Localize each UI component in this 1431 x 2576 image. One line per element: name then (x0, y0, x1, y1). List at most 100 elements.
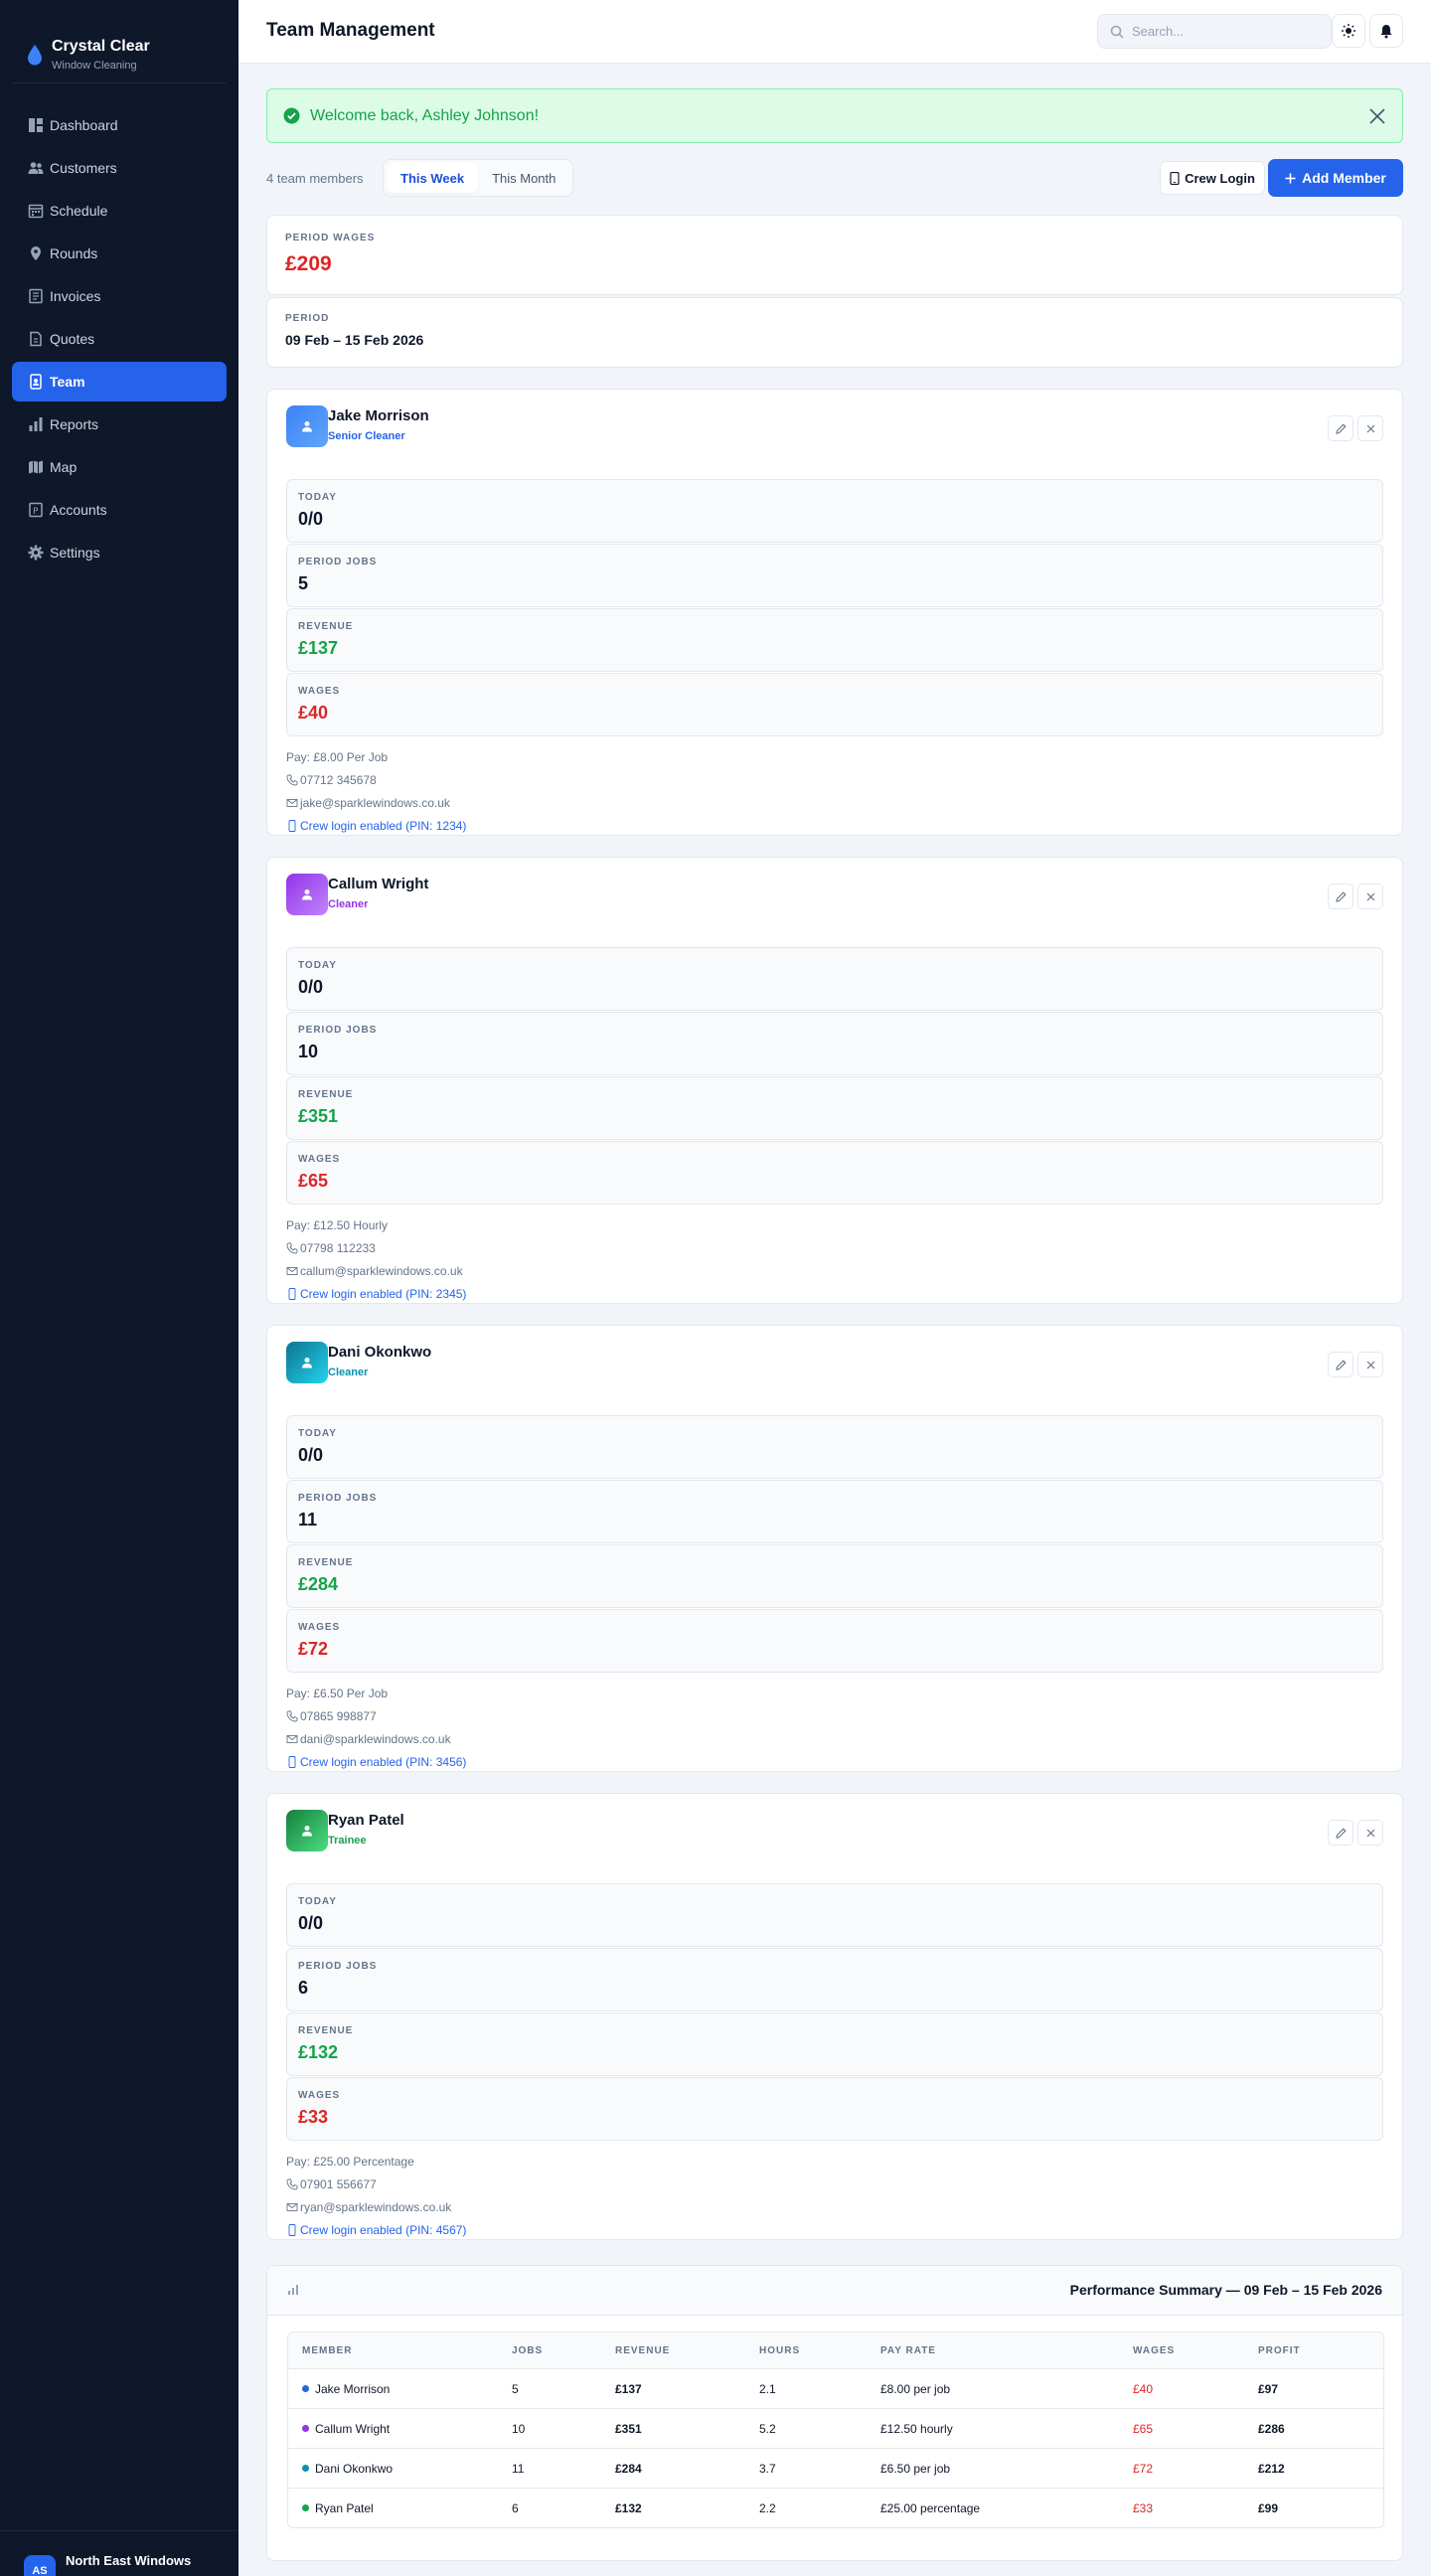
stat-value: £284 (298, 1574, 339, 1594)
sidebar-item-label: Dashboard (50, 117, 118, 133)
stat-label: PERIOD JOBS (298, 1025, 378, 1036)
search-box[interactable] (1097, 14, 1332, 49)
sidebar-item-invoices[interactable]: Invoices (12, 276, 227, 316)
performance-summary-title: Performance Summary — 09 Feb – 15 Feb 20… (1069, 2282, 1382, 2298)
sidebar-item-settings[interactable]: Settings (12, 533, 227, 572)
sidebar-item-reports[interactable]: Reports (12, 404, 227, 444)
avatar (286, 405, 328, 447)
member-info: Pay: £12.50 Hourly 07798 112233 callum@spa… (286, 1213, 1383, 1305)
main-content: Welcome back, Ashley Johnson! 4 team mem… (266, 88, 1403, 2561)
close-icon (1366, 892, 1374, 900)
member-color-dot (302, 2465, 309, 2472)
member-role: Cleaner (328, 898, 369, 910)
cell-wages: £72 (1133, 2461, 1154, 2476)
sidebar-item-team[interactable]: Team (12, 362, 227, 402)
stat-value: 11 (298, 1510, 318, 1530)
member-phone[interactable]: 07865 998877 (300, 1709, 377, 1723)
member-stats: TODAY 0/0 PERIOD JOBS 5 REVENUE £137 WAGES £40 (286, 479, 1383, 736)
member-header: Callum Wright Cleaner (286, 874, 1383, 919)
cell-wages: £40 (1133, 2381, 1154, 2396)
sidebar-item-label: Reports (50, 416, 99, 432)
sidebar-item-dashboard[interactable]: Dashboard (12, 105, 227, 145)
member-phone[interactable]: 07798 112233 (300, 1241, 376, 1255)
remove-member-button[interactable] (1357, 884, 1383, 909)
edit-member-button[interactable] (1328, 884, 1353, 909)
sidebar-item-customers[interactable]: Customers (12, 148, 227, 188)
sidebar-item-label: Customers (50, 160, 117, 176)
user-icon (302, 1358, 312, 1368)
stat-value: £132 (298, 2042, 339, 2062)
sidebar-item-label: Schedule (50, 203, 108, 219)
column-header-member: MEMBER (302, 2344, 353, 2356)
member-crew-login-status[interactable]: Crew login enabled (PIN: 2345) (300, 1287, 466, 1301)
stat-today: TODAY 0/0 (286, 1415, 1383, 1479)
member-info: Pay: £25.00 Percentage 07901 556677 ryan@s… (286, 2150, 1383, 2241)
member-phone[interactable]: 07901 556677 (300, 2177, 377, 2191)
tab-this-week[interactable]: This Week (387, 163, 479, 193)
member-email[interactable]: jake@sparklewindows.co.uk (300, 796, 450, 810)
user-icon (302, 1826, 312, 1837)
sidebar-item-schedule[interactable]: Schedule (12, 191, 227, 231)
member-crew-login-status[interactable]: Crew login enabled (PIN: 4567) (300, 2223, 466, 2237)
stat-label: REVENUE (298, 2025, 354, 2036)
cell-revenue: £351 (615, 2421, 642, 2436)
alert-message: Welcome back, Ashley Johnson! (310, 106, 540, 124)
sidebar-item-quotes[interactable]: Quotes (12, 319, 227, 359)
cell-pay-rate: £8.00 per job (880, 2381, 951, 2396)
phone-icon (286, 774, 298, 785)
dismiss-alert-button[interactable] (1366, 105, 1388, 127)
member-actions (1328, 884, 1383, 909)
top-header: Team Management (238, 0, 1431, 64)
member-email[interactable]: dani@sparklewindows.co.uk (300, 1732, 451, 1746)
theme-toggle-button[interactable] (1332, 14, 1365, 48)
dashboard-icon (29, 118, 43, 132)
member-phone[interactable]: 07712 345678 (300, 773, 377, 787)
sidebar-item-accounts[interactable]: P Accounts (12, 490, 227, 530)
notifications-button[interactable] (1369, 14, 1403, 48)
stat-label: REVENUE (298, 621, 354, 632)
member-email[interactable]: ryan@sparklewindows.co.uk (300, 2200, 451, 2214)
phone-device-icon (288, 1287, 296, 1300)
sidebar-item-label: Rounds (50, 245, 98, 261)
member-name: Jake Morrison (315, 2381, 391, 2396)
stat-label: PERIOD JOBS (298, 1961, 378, 1972)
remove-member-button[interactable] (1357, 1352, 1383, 1377)
search-input[interactable] (1132, 24, 1321, 39)
stat-value: £137 (298, 638, 339, 658)
cell-member: Callum Wright (288, 2422, 512, 2436)
cell-hours: 3.7 (759, 2461, 776, 2476)
brand[interactable]: Crystal Clear Window Cleaning (12, 0, 227, 83)
bell-icon (1380, 24, 1392, 38)
remove-member-button[interactable] (1357, 1820, 1383, 1846)
mail-icon (286, 2202, 298, 2211)
edit-member-button[interactable] (1328, 1820, 1353, 1846)
add-member-button[interactable]: Add Member (1268, 159, 1403, 197)
member-name: Jake Morrison (328, 407, 429, 424)
invoice-icon (29, 288, 43, 304)
crew-login-button[interactable]: Crew Login (1160, 161, 1265, 195)
member-email[interactable]: callum@sparklewindows.co.uk (300, 1264, 463, 1278)
account-switcher[interactable]: AS North East Windows (0, 2530, 238, 2576)
stat-label: WAGES (298, 2090, 341, 2101)
member-crew-login-status[interactable]: Crew login enabled (PIN: 1234) (300, 819, 466, 833)
member-crew-login-status[interactable]: Crew login enabled (PIN: 3456) (300, 1755, 466, 1769)
edit-member-button[interactable] (1328, 1352, 1353, 1377)
page-title: Team Management (266, 20, 435, 41)
cell-wages: £65 (1133, 2421, 1154, 2436)
edit-member-button[interactable] (1328, 415, 1353, 441)
member-pay: Pay: £6.50 Per Job (286, 1686, 389, 1700)
tab-this-month[interactable]: This Month (478, 163, 569, 193)
sidebar-item-rounds[interactable]: Rounds (12, 234, 227, 273)
stat-label: TODAY (298, 492, 337, 503)
stat-value: 0/0 (298, 977, 324, 997)
remove-member-button[interactable] (1357, 415, 1383, 441)
stat-wages: WAGES £40 (286, 673, 1383, 736)
check-circle-icon (283, 107, 300, 124)
performance-summary-header: Performance Summary — 09 Feb – 15 Feb 20… (267, 2266, 1402, 2316)
member-phone-row: 07865 998877 (286, 1704, 1383, 1727)
stat-today: TODAY 0/0 (286, 947, 1383, 1011)
period-selector: This Week This Month (383, 159, 574, 197)
member-name: Dani Okonkwo (315, 2461, 394, 2476)
sidebar-item-map[interactable]: Map (12, 447, 227, 487)
stat-period-jobs: PERIOD JOBS 5 (286, 544, 1383, 607)
